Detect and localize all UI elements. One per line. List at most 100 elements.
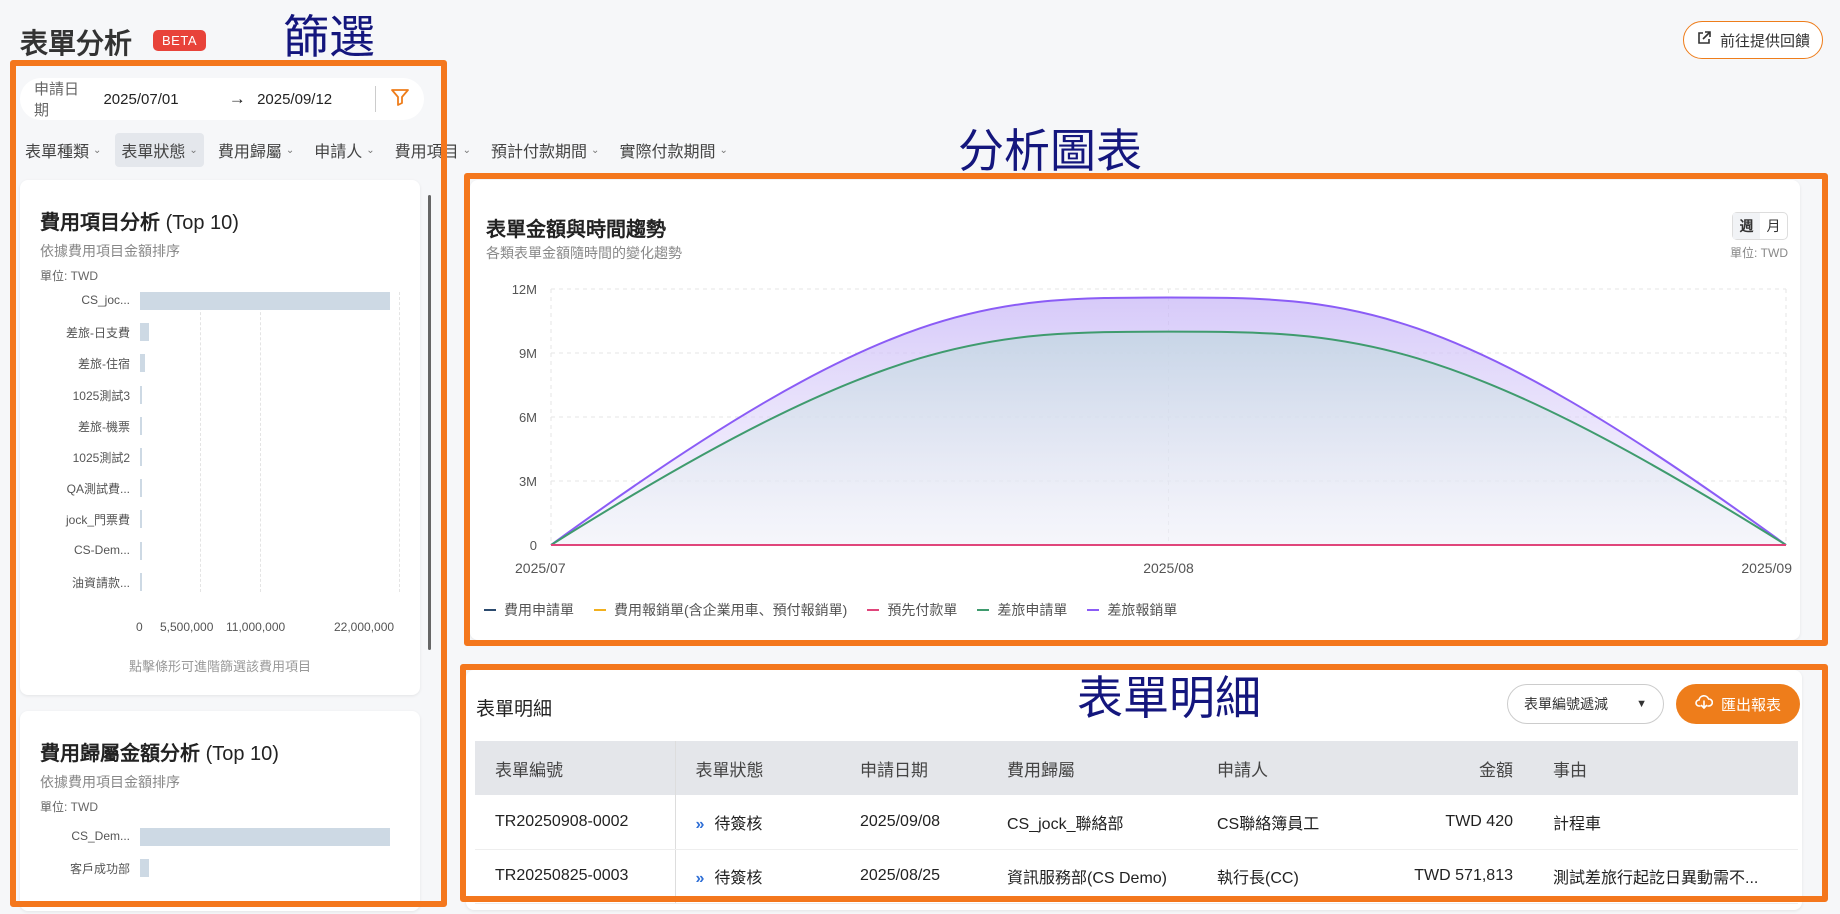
double-chevron-icon: » <box>695 870 705 887</box>
col-header-applicant[interactable]: 申請人 <box>1197 741 1343 795</box>
attribution-card-title: 費用歸屬金額分析 (Top 10) <box>40 743 279 765</box>
feedback-button[interactable]: 前往提供回饋 <box>1683 21 1823 59</box>
bar-label: 差旅-住宿 <box>78 357 130 372</box>
attribution-card-unit: 單位: TWD <box>40 800 98 814</box>
filter-chip[interactable]: 表單種類 ⌄ <box>19 133 107 167</box>
trend-card-title: 表單金額與時間趨勢 <box>486 219 666 241</box>
period-toggle[interactable]: 週 月 <box>1732 212 1788 240</box>
chevron-down-icon: ⌄ <box>366 144 375 156</box>
bar[interactable] <box>140 448 142 466</box>
week-toggle[interactable]: 週 <box>1733 213 1760 239</box>
annotation-chart-label: 分析圖表 <box>958 124 1142 178</box>
filter-chip[interactable]: 實際付款期間 ⌄ <box>613 133 733 167</box>
bar-row[interactable]: 1025測試2 <box>20 448 420 468</box>
bar[interactable] <box>140 323 150 342</box>
x-tick-label: 2025/08 <box>1143 560 1194 576</box>
filter-chip[interactable]: 表單狀態 ⌄ <box>115 133 204 167</box>
col-header-id[interactable]: 表單編號 <box>475 741 676 795</box>
bar-row[interactable]: CS-Dem... <box>20 541 420 562</box>
bar-label: CS_joc... <box>81 293 130 307</box>
legend-label: 預先付款單 <box>887 602 958 618</box>
sort-select[interactable]: 表單編號遞減 ▼ <box>1507 684 1664 724</box>
feedback-label: 前往提供回饋 <box>1719 32 1810 50</box>
legend-item[interactable]: 預先付款單 <box>867 600 957 620</box>
filter-icon[interactable] <box>390 87 410 111</box>
bar-row[interactable]: CS_Dem... <box>20 828 420 848</box>
expense-item-card: 費用項目分析 (Top 10) 依據費用項目金額排序 單位: TWD CS_jo… <box>20 180 420 695</box>
cell-reason: 計程車 <box>1533 795 1798 850</box>
expense-bar-chart: CS_joc... 差旅-日支費差旅-住宿 1025測試3 差旅-機票 1025測試2 Q… <box>20 292 420 622</box>
bar[interactable] <box>140 572 142 591</box>
bar[interactable] <box>140 828 391 846</box>
bar-label: CS_Dem... <box>71 829 130 843</box>
bar-row[interactable]: CS_joc... <box>20 292 420 312</box>
table-row[interactable]: TR20250825-0003 » 待簽核 2025/08/25 資訊服務部(CS… <box>475 849 1798 904</box>
bar-label: 1025測試3 <box>72 388 130 403</box>
table-row[interactable]: TR20250908-0002 » 待簽核 2025/09/08 CS_jock_… <box>475 795 1798 850</box>
legend-swatch <box>484 609 496 611</box>
bar-row[interactable]: 差旅-住宿 <box>20 354 420 374</box>
filter-chip-label: 表單種類 <box>25 144 90 161</box>
bar-label: jock_門票費 <box>65 513 130 528</box>
legend-label: 差旅報銷單 <box>1107 602 1178 618</box>
bar-label: 客戶成功部 <box>69 862 130 877</box>
filter-divider <box>375 86 376 112</box>
filter-chip[interactable]: 申請人 ⌄ <box>308 133 380 167</box>
sort-select-value: 表單編號遞減 <box>1524 696 1608 712</box>
expense-card-title: 費用項目分析 (Top 10) <box>40 212 239 234</box>
bar-row[interactable]: 油資請款... <box>20 572 420 593</box>
month-toggle[interactable]: 月 <box>1760 213 1787 239</box>
bar[interactable] <box>140 510 142 529</box>
series-area <box>551 331 1786 545</box>
expense-chart-axis: 0 5,500,000 11,000,000 22,000,000 <box>20 620 420 640</box>
expense-chart-hint: 點擊條形可進階篩選該費用項目 <box>128 659 311 674</box>
x-tick-label: 2025/07 <box>515 560 566 576</box>
chevron-down-icon: ⌄ <box>285 144 295 156</box>
filter-chip-label: 費用歸屬 <box>217 144 282 161</box>
table-header-row: 表單編號 表單狀態 申請日期 費用歸屬 申請人 金額 事由 <box>475 741 1798 795</box>
col-header-status[interactable]: 表單狀態 <box>675 741 840 795</box>
bar-label: 差旅-機票 <box>78 419 130 434</box>
external-link-icon <box>1696 30 1712 50</box>
filter-chip-label: 預計付款期間 <box>491 144 588 161</box>
bar[interactable] <box>140 292 391 310</box>
col-header-dept[interactable]: 費用歸屬 <box>987 741 1197 795</box>
end-date-field[interactable]: 2025/09/12 <box>257 91 371 108</box>
bar[interactable] <box>140 479 142 498</box>
legend-item[interactable]: 費用報銷單(含企業用車、預付報銷單) <box>594 600 847 620</box>
left-panel-scrollbar[interactable] <box>428 195 431 650</box>
attribution-bar-chart: CS_Dem... 客戶成功部 <box>20 828 420 908</box>
col-header-amount[interactable]: 金額 <box>1343 741 1533 795</box>
bar[interactable] <box>140 541 142 560</box>
cell-amount: TWD 420 <box>1343 795 1533 850</box>
bar-label: 差旅-日支費 <box>66 326 130 341</box>
legend-item[interactable]: 差旅報銷單 <box>1087 600 1177 620</box>
bar[interactable] <box>140 859 150 878</box>
chevron-down-icon: ⌄ <box>462 144 472 156</box>
bar-row[interactable]: 差旅-機票 <box>20 416 420 437</box>
legend-item[interactable]: 差旅申請單 <box>977 600 1067 620</box>
trend-area-chart: 0 3M 6M 9M 12M 2025/07 2025/08 2025/09 <box>512 282 1793 576</box>
filter-chip[interactable]: 費用歸屬 ⌄ <box>212 133 300 167</box>
filter-chip[interactable]: 預計付款期間 ⌄ <box>485 133 605 167</box>
bar[interactable] <box>140 385 142 404</box>
bar[interactable] <box>140 416 142 435</box>
y-tick-label: 0 <box>530 538 537 553</box>
bar-row[interactable]: 差旅-日支費 <box>20 323 420 343</box>
bar-row[interactable]: 1025測試3 <box>20 385 420 406</box>
filter-chip[interactable]: 費用項目 ⌄ <box>389 133 477 167</box>
export-report-button[interactable]: 匯出報表 <box>1676 684 1800 724</box>
legend-swatch <box>977 609 990 611</box>
bar-row[interactable]: QA測試費... <box>20 479 420 499</box>
bar[interactable] <box>140 354 145 373</box>
col-header-reason[interactable]: 事由 <box>1533 741 1798 795</box>
y-tick-label: 9M <box>519 346 537 361</box>
date-range-filter[interactable]: 申請日期 2025/07/01 → 2025/09/12 <box>20 78 424 120</box>
legend-item[interactable]: 費用申請單 <box>484 600 574 620</box>
col-header-date[interactable]: 申請日期 <box>840 741 987 795</box>
axis-tick: 0 <box>136 620 143 634</box>
bar-row[interactable]: 客戶成功部 <box>20 859 420 879</box>
bar-row[interactable]: jock_門票費 <box>20 510 420 530</box>
y-tick-label: 12M <box>512 282 537 297</box>
start-date-field[interactable]: 2025/07/01 <box>103 91 217 108</box>
